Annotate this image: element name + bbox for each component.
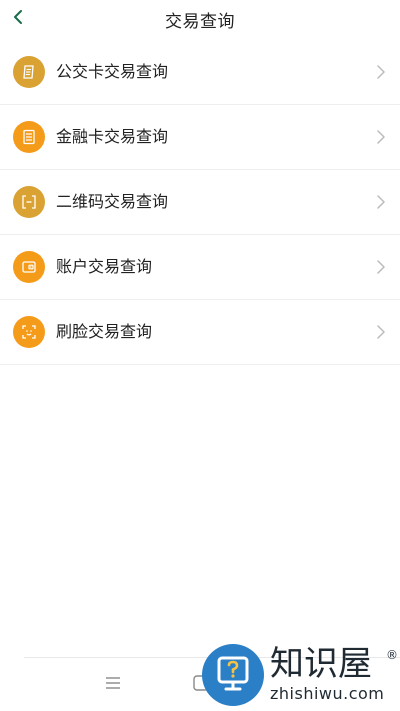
watermark-logo bbox=[202, 644, 264, 706]
wallet-icon bbox=[13, 251, 45, 283]
menu-icon[interactable] bbox=[104, 674, 122, 692]
menu-item-account[interactable]: 账户交易查询 bbox=[0, 235, 400, 300]
receipt-icon bbox=[13, 121, 45, 153]
chevron-right-icon bbox=[377, 325, 385, 339]
menu-item-face-pay[interactable]: 刷脸交易查询 bbox=[0, 300, 400, 365]
scan-code-icon bbox=[13, 186, 45, 218]
bus-card-icon bbox=[13, 56, 45, 88]
menu-item-label: 二维码交易查询 bbox=[56, 192, 169, 211]
menu-item-label: 公交卡交易查询 bbox=[56, 62, 169, 81]
chevron-right-icon bbox=[377, 195, 385, 209]
watermark-registered: ® bbox=[386, 648, 398, 662]
chevron-right-icon bbox=[377, 130, 385, 144]
face-scan-icon bbox=[13, 316, 45, 348]
watermark-url: zhishiwu.com bbox=[270, 684, 385, 703]
menu-item-bank-card[interactable]: 金融卡交易查询 bbox=[0, 105, 400, 170]
watermark-brand: 知识屋 bbox=[270, 644, 372, 684]
page-title: 交易查询 bbox=[165, 11, 235, 32]
menu-item-qr-code[interactable]: 二维码交易查询 bbox=[0, 170, 400, 235]
menu-item-label: 刷脸交易查询 bbox=[56, 322, 153, 341]
question-monitor-icon bbox=[217, 656, 249, 691]
menu-item-label: 账户交易查询 bbox=[56, 257, 153, 276]
menu-item-bus-card[interactable]: 公交卡交易查询 bbox=[0, 40, 400, 105]
menu-item-label: 金融卡交易查询 bbox=[56, 127, 169, 146]
header-bar: 交易查询 bbox=[0, 0, 400, 38]
back-button[interactable] bbox=[8, 5, 28, 29]
query-menu-list: 公交卡交易查询 金融卡交易查询 二维码交易查询 账户交易查询 刷脸交易查询 bbox=[0, 40, 400, 365]
chevron-right-icon bbox=[377, 260, 385, 274]
chevron-left-icon bbox=[14, 10, 22, 24]
chevron-right-icon bbox=[377, 65, 385, 79]
